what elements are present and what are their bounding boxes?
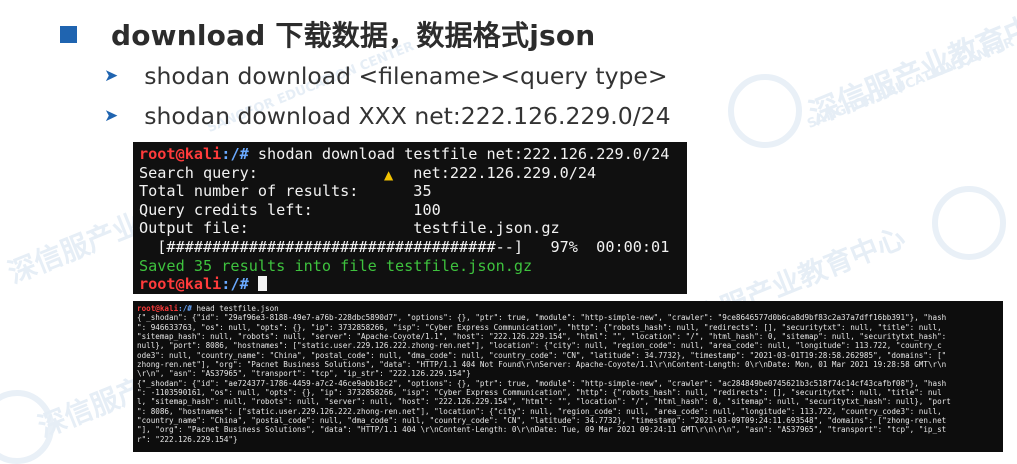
command-text: head testfile.json [196, 304, 279, 313]
json-output-line: ": -1103590161, "os": null, "opts": {}, … [137, 388, 942, 398]
bullet-text: shodan download XXX net:222.126.229.0/24 [144, 102, 671, 130]
output-file: Output file: testfile.json.gz [139, 219, 560, 238]
terminal-download[interactable]: root@kali:/# shodan download testfile ne… [133, 142, 687, 294]
terminal-prompt-line: root@kali:/# [139, 275, 681, 294]
prompt-user: root@kali [137, 304, 179, 313]
prompt-path: :/# [221, 145, 249, 163]
arrow-bullet-icon: ➤ [104, 106, 119, 126]
output-query-credits: Query credits left: 100 [139, 200, 441, 219]
json-output: {"_shodan": {"id": "29af96e3-8188-49e7-a… [137, 313, 999, 444]
mouse-pointer-icon: ▲ [384, 168, 394, 182]
text-cursor [257, 276, 267, 292]
bullet-text: shodan download <filename><query type> [144, 62, 668, 90]
watermark-logo [728, 74, 802, 148]
bullet-item: ➤ shodan download XXX net:222.126.229.0/… [104, 102, 671, 130]
prompt-path: :/# [178, 304, 192, 313]
terminal-command-line: root@kali:/# head testfile.json [137, 304, 999, 313]
saved-message: Saved 35 results into file testfile.json… [139, 256, 533, 275]
prompt-path: :/# [221, 275, 249, 294]
slide-title-row: download 下载数据，数据格式json [60, 14, 595, 54]
json-output-line: "sitemap_hash": null, "robots": null, "s… [137, 332, 947, 342]
json-output-line: "country_name": "China", "postal_code": … [137, 416, 947, 426]
arrow-bullet-icon: ➤ [104, 66, 119, 86]
slide-title: download 下载数据，数据格式json [111, 19, 596, 52]
terminal-command-line: root@kali:/# shodan download testfile ne… [139, 145, 681, 164]
json-output-line: null}, "port": 8086, "hostnames": ["stat… [137, 341, 942, 351]
json-output-line: zhong-ren.net"], "org": "Pacnet Business… [137, 360, 947, 370]
json-output-line: \r\n", "asn": "AS37965", "transport": "t… [137, 369, 471, 379]
terminal-head-output[interactable]: root@kali:/# head testfile.json {"_shodan… [133, 301, 1003, 452]
json-output-line: l, "sitemap_hash": null, "robots": null,… [137, 397, 951, 407]
json-output-line: ": 8086, "hostnames": ["static.user.229.… [137, 406, 942, 416]
json-output-line: {"_shodan": {"id": "ae724377-1786-4459-a… [137, 378, 947, 388]
json-output-line: ode3": null, "country_name": "China", "p… [137, 350, 947, 360]
watermark-logo [932, 186, 1006, 260]
bullet-item: ➤ shodan download <filename><query type> [104, 62, 668, 90]
output-search-query: Search query: net:222.126.229.0/24 [139, 163, 597, 182]
progress-bar: [####################################--]… [139, 237, 670, 256]
json-output-line: r": "222.126.229.154"} [137, 434, 238, 444]
json-output-line: ": 946633763, "os": null, "opts": {}, "i… [137, 322, 942, 332]
prompt-user: root@kali [139, 145, 222, 163]
prompt-user: root@kali [139, 275, 222, 294]
output-total-results: Total number of results: 35 [139, 182, 432, 201]
json-output-line: "], "org": "Pacnet Business Solutions", … [137, 425, 947, 435]
command-text: shodan download testfile net:222.126.229… [257, 145, 670, 163]
bullet-square-icon [60, 25, 77, 43]
json-output-line: {"_shodan": {"id": "29af96e3-8188-49e7-a… [137, 313, 947, 323]
